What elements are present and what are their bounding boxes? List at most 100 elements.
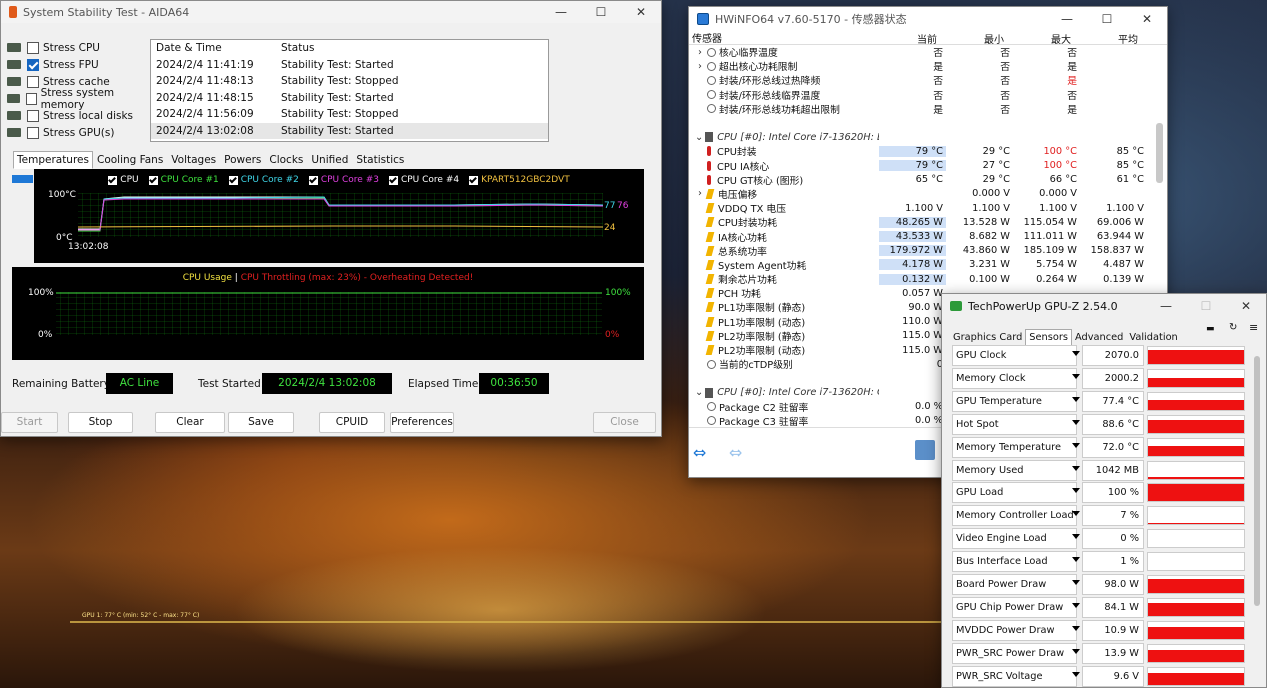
tab-temperatures[interactable]: Temperatures [13, 151, 93, 169]
gz-tab-graphics-card[interactable]: Graphics Card [950, 330, 1025, 345]
gpu-sensor-label[interactable]: Memory Used [952, 459, 1077, 481]
col-min[interactable]: 最小 [940, 31, 1007, 46]
gpu-sensor-label[interactable]: PWR_SRC Power Draw [952, 642, 1077, 664]
stress-option[interactable]: Stress local disks [7, 107, 149, 124]
stress-option[interactable]: Stress FPU [7, 56, 149, 73]
sensor-group-row[interactable]: ⌄ CPU [#0]: Intel Core i7-13620H: E... [695, 130, 1167, 144]
dropdown-arrow-icon[interactable] [1072, 602, 1080, 608]
tab-cooling-fans[interactable]: Cooling Fans [93, 151, 167, 169]
dropdown-arrow-icon[interactable] [1072, 557, 1080, 563]
sensor-row[interactable]: CPU GT核心 (图形) 65 °C 29 °C 66 °C 61 °C [695, 173, 1167, 187]
stress-checkbox[interactable] [27, 58, 39, 71]
gz-maximize-button[interactable]: ☐ [1186, 299, 1226, 313]
tab-statistics[interactable]: Statistics [352, 151, 408, 169]
gpu-sensor-label[interactable]: Video Engine Load [952, 528, 1077, 550]
sensor-row[interactable]: IA核心功耗 43.533 W 8.682 W 111.011 W 63.944 W [695, 229, 1167, 244]
gpu-sensor-label[interactable]: GPU Temperature [952, 390, 1077, 412]
refresh-icon[interactable]: ↻ [1229, 322, 1237, 333]
gpuz-scrollbar[interactable] [1254, 356, 1260, 606]
dropdown-arrow-icon[interactable] [1072, 580, 1080, 585]
hw-minimize-button[interactable]: — [1047, 12, 1087, 26]
col-max[interactable]: 最大 [1007, 31, 1074, 46]
stress-checkbox[interactable] [27, 41, 39, 54]
close-dialog-button[interactable]: Close [593, 412, 656, 433]
gz-tab-sensors[interactable]: Sensors [1025, 329, 1072, 345]
col-sensor[interactable]: 传感器 [689, 31, 873, 44]
sensor-row[interactable]: › 超出核心功耗限制 是 否 是 [695, 59, 1167, 74]
dropdown-arrow-icon[interactable] [1072, 419, 1080, 425]
chevron-down-icon[interactable]: ⌄ [695, 387, 703, 398]
log-row[interactable]: 2024/2/4 11:41:19 Stability Test: Started [151, 57, 548, 74]
dropdown-arrow-icon[interactable] [1072, 351, 1080, 356]
dropdown-arrow-icon[interactable] [1072, 442, 1080, 448]
log-row[interactable]: 2024/2/4 11:56:09 Stability Test: Stopped [151, 106, 548, 123]
dropdown-arrow-icon[interactable] [1072, 648, 1080, 654]
gpu-sensor-label[interactable]: MVDDC Power Draw [952, 619, 1077, 641]
hwinfo-scrollbar[interactable] [1156, 123, 1163, 183]
save-button[interactable]: Save [228, 412, 294, 433]
maximize-button[interactable]: ☐ [581, 5, 621, 19]
stress-checkbox[interactable] [25, 92, 37, 105]
stress-option[interactable]: Stress GPU(s) [7, 124, 149, 141]
preferences-button[interactable]: Preferences [390, 412, 454, 433]
log-col-datetime[interactable]: Date & Time [151, 42, 281, 54]
nav-arrows-alt-icon[interactable]: ⇔ [729, 443, 742, 462]
gz-minimize-button[interactable]: — [1146, 299, 1186, 313]
gpu-sensor-label[interactable]: Memory Clock [952, 367, 1077, 389]
hw-close-button[interactable]: ✕ [1127, 12, 1167, 26]
stress-checkbox[interactable] [27, 109, 39, 122]
stress-checkbox[interactable] [27, 126, 39, 139]
dropdown-arrow-icon[interactable] [1072, 373, 1080, 379]
dropdown-arrow-icon[interactable] [1072, 534, 1080, 540]
sensor-row[interactable]: CPU封装功耗 48.265 W 13.528 W 115.054 W 69.006 W [695, 215, 1167, 229]
stress-option[interactable]: Stress CPU [7, 39, 149, 56]
gpu-sensor-label[interactable]: Hot Spot [952, 413, 1077, 435]
tab-clocks[interactable]: Clocks [265, 151, 307, 169]
sensor-row[interactable]: 封装/环形总线功耗超出限制 是 否 是 [695, 102, 1167, 116]
graph-scroll-indicator[interactable] [12, 175, 33, 183]
dropdown-arrow-icon[interactable] [1072, 671, 1080, 677]
log-row[interactable]: 2024/2/4 11:48:15 Stability Test: Started [151, 90, 548, 107]
sensor-row[interactable]: › 电压偏移 0.000 V 0.000 V [695, 187, 1167, 201]
tab-voltages[interactable]: Voltages [167, 151, 220, 169]
gpu-sensor-label[interactable]: Memory Temperature [952, 436, 1077, 458]
sensor-row[interactable]: CPU封装 79 °C 29 °C 100 °C 85 °C [695, 144, 1167, 158]
minimize-button[interactable]: — [541, 5, 581, 19]
gpu-sensor-label[interactable]: GPU Clock [952, 345, 1077, 366]
gpu-sensor-label[interactable]: Memory Controller Load [952, 505, 1077, 527]
nav-arrows-icon[interactable]: ⇔ [693, 443, 706, 462]
sensor-row[interactable]: 封装/环形总线过热降频 否 否 是 [695, 73, 1167, 87]
chevron-right-icon[interactable]: › [695, 61, 705, 72]
stress-option[interactable]: Stress system memory [7, 87, 149, 111]
chevron-right-icon[interactable]: › [695, 188, 705, 199]
log-row[interactable]: 2024/2/4 13:02:08 Stability Test: Started [151, 122, 548, 139]
gz-tab-validation[interactable]: Validation [1126, 330, 1180, 345]
gpu-sensor-label[interactable]: Bus Interface Load [952, 551, 1077, 573]
gpu-sensor-label[interactable]: GPU Load [952, 482, 1077, 504]
log-row[interactable]: 2024/2/4 11:48:13 Stability Test: Stopped [151, 73, 548, 90]
log-col-status[interactable]: Status [281, 42, 314, 54]
close-button[interactable]: ✕ [621, 5, 661, 19]
start-button[interactable]: Start [1, 412, 58, 433]
col-avg[interactable]: 平均 [1074, 31, 1141, 46]
tab-unified[interactable]: Unified [307, 151, 352, 169]
gz-tab-advanced[interactable]: Advanced [1072, 330, 1126, 345]
tab-powers[interactable]: Powers [220, 151, 265, 169]
chevron-down-icon[interactable]: ⌄ [695, 132, 703, 143]
dropdown-arrow-icon[interactable] [1072, 396, 1080, 402]
cpuid-button[interactable]: CPUID [319, 412, 385, 433]
sensor-row[interactable]: System Agent功耗 4.178 W 3.231 W 5.754 W 4.487… [695, 258, 1167, 272]
sensor-row[interactable]: 剩余芯片功耗 0.132 W 0.100 W 0.264 W 0.139 W [695, 272, 1167, 286]
sensor-row[interactable]: VDDQ TX 电压 1.100 V 1.100 V 1.100 V 1.100 V [695, 201, 1167, 215]
sensor-row[interactable]: 封装/环形总线临界温度 否 否 否 [695, 88, 1167, 102]
dropdown-arrow-icon[interactable] [1072, 465, 1080, 471]
gpu-sensor-label[interactable]: Board Power Draw [952, 574, 1077, 595]
dropdown-arrow-icon[interactable] [1072, 511, 1080, 517]
hw-maximize-button[interactable]: ☐ [1087, 12, 1127, 26]
sensor-row[interactable]: › 核心临界温度 否 否 否 [695, 45, 1167, 60]
dropdown-arrow-icon[interactable] [1072, 488, 1080, 494]
stress-checkbox[interactable] [27, 75, 39, 88]
gpu-sensor-label[interactable]: PWR_SRC Voltage [952, 665, 1077, 687]
dropdown-arrow-icon[interactable] [1072, 625, 1080, 631]
sensor-row[interactable]: 总系统功率 179.972 W 43.860 W 185.109 W 158.837 W [695, 244, 1167, 258]
